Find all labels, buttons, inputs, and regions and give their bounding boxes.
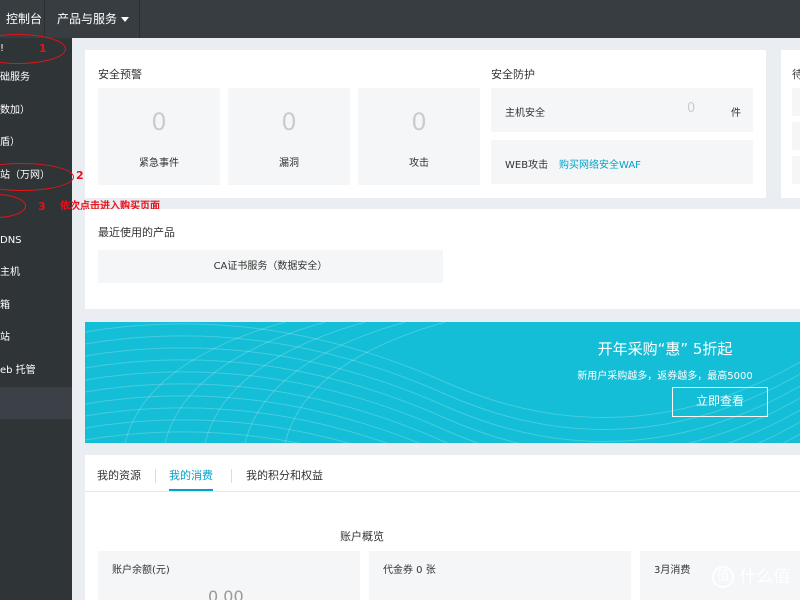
tab-divider [155,469,156,483]
host-security-value: 0 [687,101,696,116]
pending-card: 待 [781,50,800,198]
recent-products-title: 最近使用的产品 [98,226,175,239]
metric-value: 0 [151,108,167,136]
account-balance-box: 账户余额(元) 0.00 [98,551,360,600]
sidebar-item-basic-services[interactable]: 础服务 [0,62,72,94]
sidebar-item-site[interactable]: 站 [0,322,72,354]
metric-attacks[interactable]: 0 攻击 [358,88,480,185]
web-attack-row: WEB攻击 购买网络安全WAF [491,140,753,184]
monthly-spend-label: 3月消费 [654,565,691,576]
pending-row[interactable] [792,88,800,116]
watermark-logo-icon: 值 [712,566,734,588]
account-balance-label: 账户余额(元) [112,565,170,576]
sidebar-item-active[interactable] [0,387,72,419]
view-now-button[interactable]: 立即查看 [672,387,768,417]
web-attack-label: WEB攻击 [505,160,549,171]
products-services-label: 产品与服务 [57,12,118,26]
host-security-unit: 件 [731,108,741,119]
pending-row[interactable] [792,122,800,150]
sidebar-item-web-hosting[interactable]: eb 托管 [0,355,72,387]
tabs-divider [85,491,800,492]
voucher-box[interactable]: 代金券 0 张 [369,551,631,600]
host-security-label: 主机安全 [505,108,545,119]
resources-card: 我的资源 我的消费 我的积分和权益 账户概览 账户余额(元) 0.00 代金券 … [85,455,800,600]
metric-vulnerabilities[interactable]: 0 漏洞 [228,88,350,185]
watermark-text: 什么值 [739,567,791,587]
annotation-number-2: 2 [76,169,84,182]
host-security-row[interactable]: 主机安全 0 件 [491,88,753,132]
metric-label: 紧急事件 [139,158,179,169]
sidebar-item-host[interactable]: 主机 [0,257,72,289]
tab-points-and-benefits[interactable]: 我的积分和权益 [246,467,323,491]
top-navbar: 控制台 产品与服务 [0,0,800,38]
tab-my-resources[interactable]: 我的资源 [97,467,141,491]
caret-down-icon [121,17,130,22]
sidebar: ! 础服务 数加） 盾） 站（万网） DNS 主机 箱 站 eb 托管 [0,38,72,600]
annotation-number-3: 3 [38,200,46,213]
metric-label: 漏洞 [279,158,299,169]
promo-banner[interactable]: 开年采购“惠” 5折起 新用户采购越多，返券越多，最高5000 立即查看 [85,322,800,443]
account-overview-title: 账户概览 [340,530,384,543]
sidebar-item-mailbox[interactable]: 箱 [0,290,72,322]
security-card: 安全预警 0 紧急事件 0 漏洞 0 攻击 安全防护 主机安全 0 件 WEB攻… [85,50,766,198]
account-balance-value: 0.00 [208,587,244,600]
annotation-number-1: 1 [39,42,47,55]
pending-row[interactable] [792,156,800,184]
metric-label: 攻击 [409,158,429,169]
tab-divider [231,469,232,483]
tab-my-consumption[interactable]: 我的消费 [169,467,213,491]
site-watermark: 值 什么值 [712,562,800,592]
metric-value: 0 [281,108,297,136]
banner-subtitle: 新用户采购越多，返券越多，最高5000 [577,371,753,382]
metric-urgent-events[interactable]: 0 紧急事件 [98,88,220,185]
banner-title: 开年采购“惠” 5折起 [597,340,733,358]
buy-waf-link[interactable]: 购买网络安全WAF [559,156,641,171]
security-alerts-title: 安全预警 [98,68,142,81]
sidebar-item-dns[interactable]: DNS [0,225,72,257]
recent-product-item[interactable]: CA证书服务（数据安全） [98,250,443,283]
metric-value: 0 [411,108,427,136]
security-protection-title: 安全防护 [491,68,535,81]
voucher-label: 代金券 0 张 [383,565,436,576]
sidebar-item-shield[interactable]: 盾） [0,127,72,159]
sidebar-item-data-plus[interactable]: 数加） [0,95,72,127]
pending-card-title: 待 [792,68,800,81]
